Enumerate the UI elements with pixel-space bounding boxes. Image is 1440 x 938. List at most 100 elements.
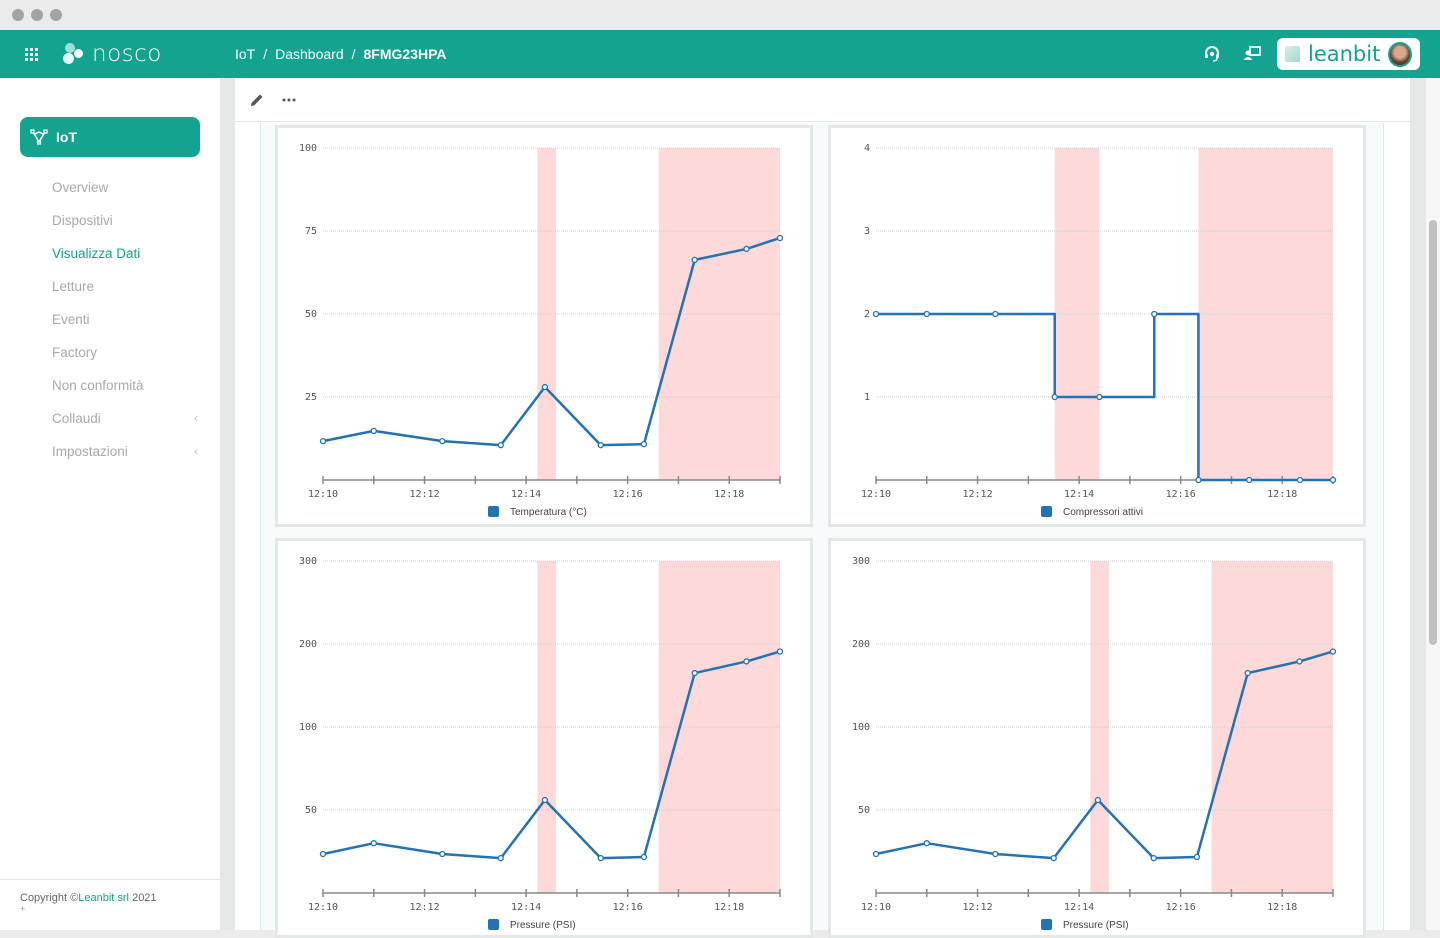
x-tick-label: 12:12 (410, 489, 440, 500)
more-options-button[interactable] (279, 90, 299, 110)
sidebar: IoT Overview Dispositivi Visualizza Dati… (0, 78, 220, 930)
data-point (1150, 854, 1157, 862)
x-tick-label: 12:18 (714, 902, 744, 913)
breadcrumb-dashboard[interactable]: Dashboard (275, 46, 344, 62)
x-tick-label: 12:16 (1166, 489, 1196, 500)
sidebar-section-iot[interactable]: IoT (20, 117, 200, 157)
data-point (439, 438, 446, 445)
y-tick-label: 100 (299, 143, 317, 154)
data-point (541, 796, 549, 804)
data-point (541, 383, 549, 391)
y-tick-label: 2 (864, 309, 870, 320)
breadcrumb-separator: / (263, 46, 268, 62)
x-tick-label: 12:12 (410, 902, 440, 913)
data-point (743, 245, 750, 253)
dashboard-toolbar (235, 78, 1410, 122)
data-point (691, 669, 698, 677)
footer-extra: + (20, 904, 26, 914)
legend-label: Temperatura (°C) (510, 507, 587, 518)
data-point (439, 850, 446, 858)
sidebar-item-label: Letture (52, 279, 95, 294)
legend-swatch (1041, 506, 1052, 517)
remote-desktop-icon[interactable] (1242, 44, 1262, 64)
iot-network-icon (30, 129, 48, 145)
breadcrumb-separator: / (351, 46, 356, 62)
copyright-footer: Copyright ©Leanbit srl 2021 + (0, 879, 220, 926)
y-tick-label: 200 (852, 639, 870, 650)
x-tick-label: 12:12 (963, 489, 993, 500)
leanbit-logo-icon (1285, 46, 1300, 62)
scrollbar-thumb[interactable] (1429, 220, 1437, 645)
x-tick-label: 12:16 (1166, 902, 1196, 913)
data-point (1151, 310, 1158, 318)
leanbit-link[interactable]: Leanbit srl (78, 892, 129, 904)
sidebar-item-visualizza-dati[interactable]: Visualizza Dati (52, 246, 202, 261)
data-point (319, 850, 327, 858)
temperature-chart[interactable]: 25 50 75 100 12:10 12:12 12:14 12:16 12:18 Temper… (278, 128, 810, 524)
data-point (872, 850, 880, 858)
chart-card-pressure-1: 50 100 200 300 12:10 12:12 12:14 12:16 12:18 Pres… (275, 538, 813, 938)
headset-icon[interactable] (1202, 44, 1222, 64)
app-header: nosco IoT / Dashboard / 8FMG23HPA leanbi… (0, 30, 1440, 78)
data-point (743, 658, 750, 665)
legend-label: Pressure (PSI) (510, 920, 576, 931)
breadcrumb-iot[interactable]: IoT (235, 46, 255, 62)
chart-legend[interactable]: Temperatura (°C) (488, 506, 587, 518)
data-point (691, 256, 698, 264)
legend-label: Compressori attivi (1063, 507, 1143, 518)
x-tick-label: 12:12 (963, 902, 993, 913)
x-tick-label: 12:18 (714, 489, 744, 500)
x-tick-label: 12:18 (1267, 489, 1297, 500)
legend-swatch (1041, 919, 1052, 930)
y-tick-label: 50 (858, 805, 870, 816)
window-maximize-button[interactable] (50, 9, 62, 21)
x-tick-label: 12:14 (1064, 489, 1094, 500)
compressors-chart[interactable]: 1 2 3 4 12:10 12:12 12:14 12:16 12:18 Compressori… (831, 128, 1363, 524)
sidebar-item-impostazioni[interactable]: Impostazioni ‹ (52, 444, 202, 459)
pressure-chart-2[interactable]: 50 100 200 300 12:10 12:12 12:14 12:16 12:18 Pres… (831, 541, 1363, 937)
sidebar-item-label: Non conformità (52, 378, 144, 393)
y-tick-label: 100 (852, 722, 870, 733)
sidebar-item-factory[interactable]: Factory (52, 345, 202, 360)
y-tick-label: 300 (299, 556, 317, 567)
data-point (370, 840, 377, 847)
data-point (370, 427, 377, 435)
sidebar-item-overview[interactable]: Overview (52, 180, 202, 195)
chart-legend[interactable]: Pressure (PSI) (1041, 919, 1129, 931)
sidebar-item-dispositivi[interactable]: Dispositivi (52, 213, 202, 228)
sidebar-section-label: IoT (56, 129, 77, 145)
data-point (1296, 658, 1303, 665)
y-tick-label: 50 (305, 309, 317, 320)
sidebar-item-non-conformita[interactable]: Non conformità (52, 378, 202, 393)
account-menu[interactable]: leanbit (1277, 38, 1420, 70)
sidebar-item-label: Overview (52, 180, 109, 195)
chart-card-pressure-2: 50 100 200 300 12:10 12:12 12:14 12:16 12:18 Pres… (828, 538, 1366, 938)
user-avatar[interactable] (1388, 41, 1412, 67)
app-logo[interactable]: nosco (62, 40, 162, 68)
data-point (992, 310, 999, 318)
data-point (776, 234, 784, 242)
data-point (923, 310, 930, 318)
data-point (1246, 476, 1253, 484)
y-tick-label: 300 (852, 556, 870, 567)
window-minimize-button[interactable] (31, 9, 43, 21)
y-tick-label: 25 (305, 392, 317, 403)
edit-button[interactable] (247, 90, 267, 110)
data-point (1329, 476, 1337, 484)
chart-legend[interactable]: Pressure (PSI) (488, 919, 576, 931)
chart-legend[interactable]: Compressori attivi (1041, 506, 1143, 518)
sidebar-item-eventi[interactable]: Eventi (52, 312, 202, 327)
data-point (1195, 476, 1202, 484)
legend-swatch (488, 506, 499, 517)
pressure-chart-1[interactable]: 50 100 200 300 12:10 12:12 12:14 12:16 12:18 Pres… (278, 541, 810, 937)
data-point (1050, 854, 1057, 862)
sidebar-item-collaudi[interactable]: Collaudi ‹ (52, 411, 202, 426)
apps-grid-icon[interactable] (25, 48, 38, 61)
chevron-left-icon: ‹ (194, 444, 198, 458)
y-tick-label: 50 (305, 805, 317, 816)
sidebar-item-letture[interactable]: Letture (52, 279, 202, 294)
data-point (1096, 393, 1103, 401)
page-scrollbar[interactable] (1426, 78, 1440, 930)
window-close-button[interactable] (12, 9, 24, 21)
data-point (1244, 669, 1251, 677)
